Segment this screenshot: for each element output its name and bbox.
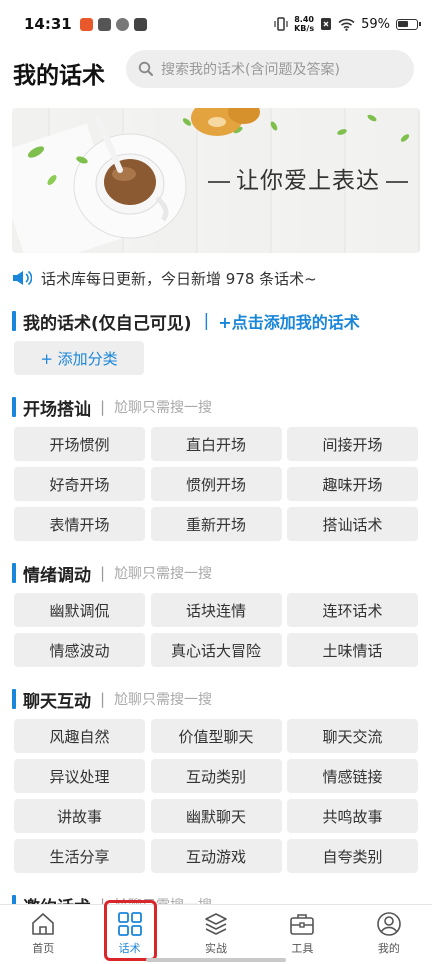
section-bar: [12, 689, 16, 709]
category-chip[interactable]: 幽默聊天: [150, 799, 282, 833]
speaker-icon: [13, 270, 32, 286]
search-placeholder: 搜索我的话术(含问题及答案): [161, 62, 340, 78]
tab-tools-label: 工具: [291, 942, 314, 955]
category-chip[interactable]: 开场惯例: [14, 427, 145, 461]
home-icon: [32, 913, 55, 935]
wifi-icon: [338, 18, 355, 31]
category-chip[interactable]: 惯例开场: [150, 467, 282, 501]
active-tab-highlight: [104, 900, 157, 961]
category-chip[interactable]: 情感波动: [14, 633, 145, 667]
layers-icon: [205, 913, 227, 935]
add-my-script-link[interactable]: +点击添加我的话术: [218, 309, 359, 333]
banner-slogan: 让你爱上表达: [202, 161, 414, 195]
battery-percent: 59%: [361, 16, 390, 32]
slogan-dash: [208, 180, 230, 183]
app-notification-icon: [97, 17, 111, 31]
notice-text: 话术库每日更新，今日新增 978 条话术~: [41, 269, 317, 288]
section-bar: [12, 311, 16, 331]
bottom-tab-bar: 首页 话术 实战 工具 我的: [0, 904, 432, 964]
section-header: 开场搭讪 | 尬聊只需搜一搜: [12, 395, 213, 420]
category-chip[interactable]: 话块连情: [150, 593, 282, 627]
category-chip[interactable]: 真心话大冒险: [150, 633, 282, 667]
status-time: 14:31: [24, 15, 72, 33]
section-divider: |: [100, 564, 106, 582]
toolbox-icon: [290, 914, 315, 935]
tab-mine[interactable]: 我的: [346, 905, 432, 964]
section-bar: [12, 397, 16, 417]
category-chip[interactable]: 异议处理: [14, 759, 145, 793]
gesture-bar: [146, 958, 286, 962]
section-divider: |: [100, 690, 106, 708]
category-chip[interactable]: 表情开场: [14, 507, 145, 541]
section-grid: 开场惯例 直白开场 间接开场 好奇开场 惯例开场 趣味开场 表情开场 重新开场 …: [14, 427, 418, 541]
category-chip[interactable]: 好奇开场: [14, 467, 145, 501]
search-icon: [138, 61, 153, 76]
slogan-dash: [386, 180, 408, 183]
tab-home-label: 首页: [32, 942, 55, 955]
app-notification-icon: [115, 17, 129, 31]
category-chip[interactable]: 情感链接: [287, 759, 418, 793]
add-category-button[interactable]: + 添加分类: [14, 341, 144, 375]
category-chip[interactable]: 讲故事: [14, 799, 145, 833]
category-chip[interactable]: 土味情话: [287, 633, 418, 667]
category-chip[interactable]: 互动游戏: [150, 839, 282, 873]
tab-practice[interactable]: 实战: [173, 905, 259, 964]
search-input[interactable]: 搜索我的话术(含问题及答案): [126, 50, 414, 88]
category-chip[interactable]: 重新开场: [150, 507, 282, 541]
tab-mine-label: 我的: [377, 942, 400, 955]
section-title: 开场搭讪: [23, 399, 91, 420]
section-header: 情绪调动 | 尬聊只需搜一搜: [12, 561, 213, 586]
section-title: 聊天互动: [23, 691, 91, 712]
category-chip[interactable]: 共鸣故事: [287, 799, 418, 833]
header: 我的话术 搜索我的话术(含问题及答案): [0, 48, 432, 92]
app-notification-icon: [133, 17, 147, 31]
tab-home[interactable]: 首页: [0, 905, 86, 964]
my-scripts-header: 我的话术(仅自己可见) | +点击添加我的话术: [12, 309, 360, 334]
section-subtitle: 尬聊只需搜一搜: [114, 566, 213, 582]
section-bar: [12, 563, 16, 583]
category-chip[interactable]: 风趣自然: [14, 719, 145, 753]
battery-icon: [396, 18, 421, 30]
section-subtitle: 尬聊只需搜一搜: [114, 692, 213, 708]
category-chip[interactable]: 价值型聊天: [150, 719, 282, 753]
category-chip[interactable]: 生活分享: [14, 839, 145, 873]
banner-slogan-text: 让你爱上表达: [236, 168, 380, 194]
category-chip[interactable]: 聊天交流: [287, 719, 418, 753]
category-chip[interactable]: 互动类别: [150, 759, 282, 793]
net-speed-unit: KB/s: [294, 24, 315, 33]
network-speed: 8.40 KB/s: [294, 15, 314, 33]
section-subtitle: 尬聊只需搜一搜: [114, 400, 213, 416]
section-header: 聊天互动 | 尬聊只需搜一搜: [12, 687, 213, 712]
category-chip[interactable]: 自夸类别: [287, 839, 418, 873]
status-icons: 8.40 KB/s 59%: [274, 15, 421, 33]
category-chip[interactable]: 幽默调侃: [14, 593, 145, 627]
promo-banner[interactable]: 让你爱上表达: [12, 108, 420, 253]
tab-tools[interactable]: 工具: [259, 905, 345, 964]
section-divider: |: [100, 398, 106, 416]
vibrate-icon: [274, 17, 288, 31]
tab-practice-label: 实战: [205, 942, 228, 955]
category-chip[interactable]: 趣味开场: [287, 467, 418, 501]
sim-icon: [321, 18, 332, 30]
user-icon: [377, 912, 401, 936]
category-chip[interactable]: 搭讪话术: [287, 507, 418, 541]
category-chip[interactable]: 连环话术: [287, 593, 418, 627]
category-chip[interactable]: 间接开场: [287, 427, 418, 461]
header-divider: |: [203, 311, 210, 331]
status-bar: 14:31 8.40 KB/s 59%: [0, 0, 432, 48]
section-grid: 风趣自然 价值型聊天 聊天交流 异议处理 互动类别 情感链接 讲故事 幽默聊天 …: [14, 719, 418, 873]
section-grid: 幽默调侃 话块连情 连环话术 情感波动 真心话大冒险 土味情话: [14, 593, 418, 667]
app-notification-icon: [79, 17, 93, 31]
section-title: 情绪调动: [23, 565, 91, 586]
category-chip[interactable]: 直白开场: [150, 427, 282, 461]
my-scripts-title: 我的话术(仅自己可见): [23, 313, 192, 334]
page-title: 我的话术: [13, 63, 105, 89]
update-notice: 话术库每日更新，今日新增 978 条话术~: [12, 266, 317, 290]
net-speed-value: 8.40: [294, 15, 314, 24]
